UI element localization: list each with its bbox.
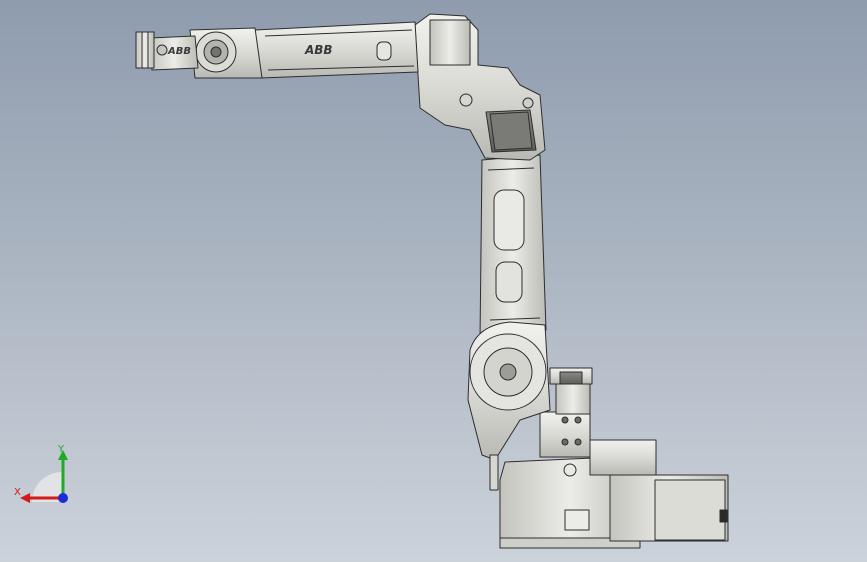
y-axis-label: Y bbox=[57, 444, 65, 455]
wrist-logo: ABB bbox=[167, 46, 191, 57]
x-axis-label: X bbox=[14, 487, 21, 498]
coordinate-triad: Y X bbox=[14, 444, 68, 503]
balancing-column[interactable] bbox=[549, 367, 593, 415]
wrist-unit[interactable] bbox=[149, 27, 263, 79]
robot-base[interactable] bbox=[499, 411, 729, 549]
forearm-logo: ABB bbox=[304, 43, 333, 57]
x-axis-head bbox=[20, 493, 30, 503]
lower-arm[interactable] bbox=[479, 154, 547, 341]
forearm[interactable] bbox=[254, 21, 419, 79]
graphics-viewport[interactable]: ABB ABB Y X bbox=[0, 0, 867, 562]
elbow-housing[interactable] bbox=[414, 13, 546, 161]
robot-arm-model[interactable]: ABB ABB bbox=[0, 0, 867, 562]
z-axis-dot bbox=[58, 493, 68, 503]
